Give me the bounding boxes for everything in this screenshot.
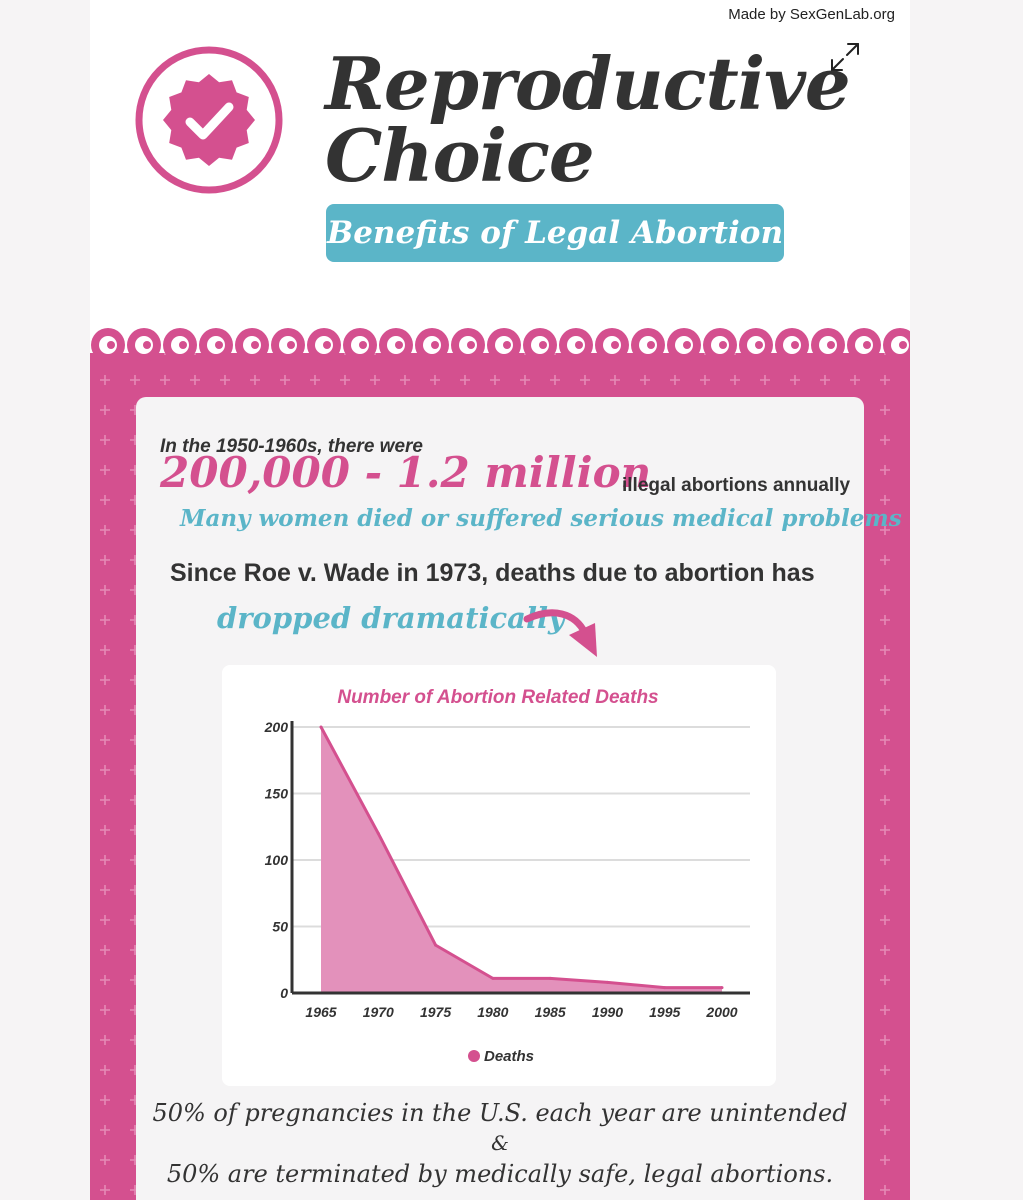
page-title: Reproductive Choice xyxy=(325,48,851,192)
data-point xyxy=(319,725,323,729)
footer-line-2: 50% are terminated by medically safe, le… xyxy=(166,1160,834,1188)
data-point xyxy=(376,831,380,835)
chart-title: Number of Abortion Related Deaths xyxy=(337,687,658,708)
illegal-abortions-number: 200,000 - 1.2 million xyxy=(160,448,652,497)
data-point xyxy=(720,986,724,990)
watermark: Made by SexGenLab.org xyxy=(728,6,895,23)
chart-legend: Deaths xyxy=(468,1048,534,1065)
verified-badge-icon xyxy=(135,46,283,194)
data-point xyxy=(491,976,495,980)
data-point xyxy=(548,976,552,980)
data-point xyxy=(434,943,438,947)
subtitle-text: Benefits of Legal Abortion xyxy=(327,215,783,251)
data-point xyxy=(663,986,667,990)
x-tick-label: 1980 xyxy=(477,1004,508,1020)
footer-ampersand: & xyxy=(491,1131,509,1155)
x-tick-label: 1985 xyxy=(535,1004,566,1020)
abortion-deaths-chart: Number of Abortion Related Deaths 0 50 100… xyxy=(264,687,750,1065)
y-tick-label: 150 xyxy=(265,786,289,802)
roe-v-wade-text: Since Roe v. Wade in 1973, deaths due to… xyxy=(170,559,815,587)
x-tick-label: 1975 xyxy=(420,1004,451,1020)
data-point xyxy=(605,980,609,984)
subtitle-banner: Benefits of Legal Abortion xyxy=(326,204,784,262)
dropped-dramatically-text: dropped dramatically xyxy=(217,601,565,635)
illegal-abortions-caption: illegal abortions annually xyxy=(622,475,851,496)
legend-swatch xyxy=(468,1050,480,1062)
title-line-2: Choice xyxy=(325,113,595,198)
x-tick-label: 2000 xyxy=(705,1004,737,1020)
x-tick-label: 1995 xyxy=(649,1004,680,1020)
consequence-text: Many women died or suffered serious medi… xyxy=(180,505,902,532)
y-tick-label: 100 xyxy=(265,852,289,868)
y-tick-label: 50 xyxy=(272,919,288,935)
x-tick-label: 1965 xyxy=(305,1004,336,1020)
x-tick-label: 1970 xyxy=(363,1004,394,1020)
y-tick-label: 200 xyxy=(264,719,289,735)
x-tick-label: 1990 xyxy=(592,1004,623,1020)
y-tick-label: 0 xyxy=(280,985,288,1001)
legend-label: Deaths xyxy=(484,1048,534,1065)
curved-arrow-icon xyxy=(523,609,597,657)
footer-line-1: 50% of pregnancies in the U.S. each year… xyxy=(152,1099,848,1127)
